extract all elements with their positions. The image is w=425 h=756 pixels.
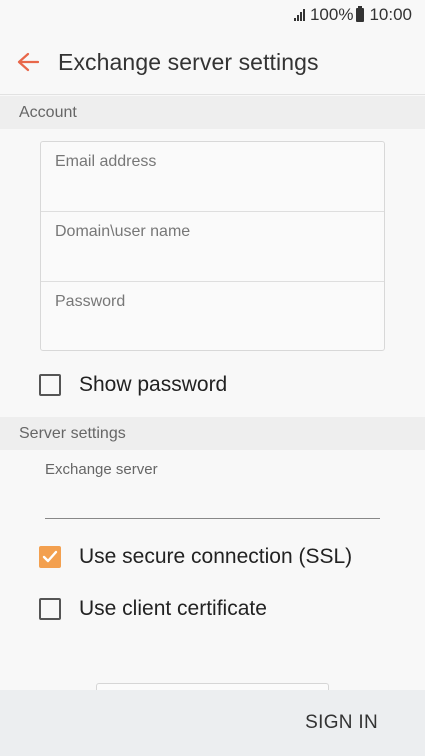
sign-in-button[interactable]: SIGN IN (305, 712, 378, 734)
show-password-label: Show password (79, 373, 228, 396)
battery-percent: 100% (309, 5, 354, 24)
password-field[interactable] (55, 293, 370, 311)
section-header-account: Account (0, 96, 425, 129)
exchange-server-label: Exchange server (45, 461, 158, 478)
show-password-checkbox[interactable] (39, 374, 61, 396)
email-field[interactable] (55, 153, 370, 171)
domain-user-field-row (41, 212, 384, 282)
signal-icon (293, 9, 305, 21)
page-title: Exchange server settings (58, 48, 319, 75)
ssl-option[interactable]: Use secure connection (SSL) (39, 545, 352, 569)
app-header: Exchange server settings (0, 30, 425, 95)
client-certificate-label: Use client certificate (79, 597, 267, 620)
battery-icon (356, 6, 365, 22)
password-field-row (41, 282, 384, 352)
ssl-label: Use secure connection (SSL) (79, 545, 353, 568)
bottom-action-bar: SIGN IN (0, 690, 425, 756)
checkmark-icon (42, 550, 58, 563)
exchange-server-input[interactable] (45, 491, 380, 519)
client-certificate-checkbox[interactable] (39, 598, 61, 620)
clock: 10:00 (369, 5, 412, 24)
exchange-server-field-group: Exchange server (45, 458, 380, 520)
email-field-row (41, 142, 384, 212)
account-fields-card (40, 141, 385, 351)
show-password-option[interactable]: Show password (39, 373, 227, 397)
back-button[interactable] (0, 37, 56, 87)
back-arrow-icon (17, 52, 39, 72)
section-header-server-settings: Server settings (0, 417, 425, 450)
ssl-checkbox[interactable] (39, 546, 61, 568)
status-bar: 100% 10:00 (0, 0, 425, 30)
client-certificate-option[interactable]: Use client certificate (39, 597, 267, 621)
domain-user-field[interactable] (55, 223, 370, 241)
